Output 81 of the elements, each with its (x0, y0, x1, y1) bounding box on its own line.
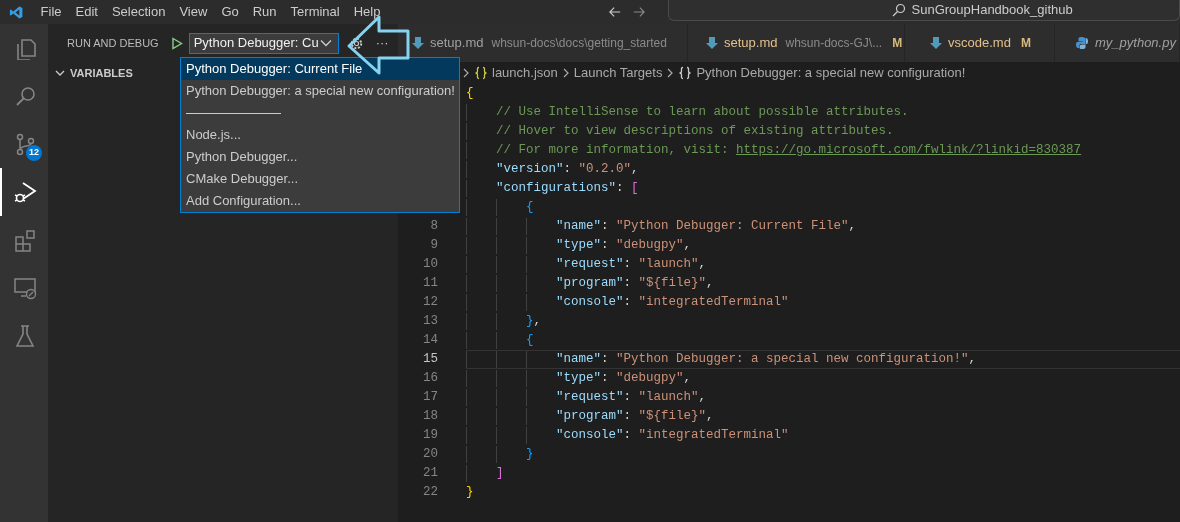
tab-label: my_python.py (1095, 34, 1176, 53)
string-value: "integratedTerminal" (638, 294, 789, 312)
string-value: "Python Debugger: a special new configuration!" (616, 351, 969, 369)
line-number: 11 (422, 275, 438, 292)
line-number: 18 (422, 408, 438, 425)
bracket: ] (496, 465, 504, 483)
code-comment: // For more information, visit: (496, 142, 730, 160)
string-value: "integratedTerminal" (638, 427, 789, 445)
punctuation: , (683, 237, 692, 255)
brace: { (526, 332, 534, 350)
line-number: 17 (422, 389, 438, 406)
punctuation: : (601, 218, 610, 236)
json-key: "type" (556, 369, 601, 388)
punctuation: , (683, 370, 692, 388)
code-comment: // Use IntelliSense to learn about possible attributes. (496, 104, 909, 122)
json-key: "type" (556, 236, 601, 255)
line-number: 8 (429, 218, 438, 235)
line-number: 12 (422, 294, 438, 311)
tab-label: vscode.md (948, 34, 1011, 53)
punctuation: , (631, 161, 639, 179)
json-key: "request" (556, 255, 624, 274)
brace: } (526, 446, 534, 464)
line-number: 9 (429, 237, 438, 254)
modified-indicator: M (1020, 35, 1031, 52)
tab-label: setup.md (430, 34, 484, 53)
punctuation: , (698, 256, 707, 274)
line-number: 22 (422, 484, 438, 501)
punctuation: : (623, 275, 633, 293)
punctuation: : (623, 427, 633, 445)
string-value: "Python Debugger: Current File" (616, 218, 849, 236)
bracket: [ (631, 180, 639, 198)
line-number: 14 (422, 332, 438, 349)
line-number: 16 (422, 370, 438, 387)
line-number: 19 (422, 427, 438, 444)
modified-indicator: M (892, 35, 903, 52)
string-value: "${file}" (638, 275, 707, 293)
punctuation: , (968, 351, 977, 369)
punctuation: : (623, 294, 633, 312)
tab-description: whsun-docs-GJ\... (785, 35, 883, 52)
string-value: "debugpy" (616, 370, 684, 388)
json-key: "configurations" (496, 179, 617, 198)
string-value: "launch" (638, 389, 699, 407)
line-number: 15 (422, 351, 438, 368)
punctuation: , (706, 275, 714, 293)
brace: { (466, 85, 474, 103)
punctuation: , (706, 408, 714, 426)
line-number: 21 (422, 465, 438, 482)
string-value: "0.2.0" (578, 161, 632, 179)
punctuation: : (623, 408, 633, 426)
json-key: "console" (556, 426, 624, 445)
brace: } (526, 313, 534, 331)
tab-label: setup.md (724, 34, 778, 53)
punctuation: , (698, 389, 707, 407)
punctuation: : (623, 256, 633, 274)
line-number: 20 (422, 446, 438, 463)
brace: } (466, 484, 474, 502)
punctuation: : (616, 180, 625, 198)
json-key: "console" (556, 293, 624, 312)
line-number: 10 (422, 256, 438, 273)
json-key: "version" (496, 160, 564, 179)
string-value: "debugpy" (616, 237, 684, 255)
json-key: "request" (556, 388, 624, 407)
sidebar-title: RUN AND DEBUG (67, 35, 159, 51)
json-key: "program" (556, 274, 624, 293)
brace: { (526, 199, 534, 217)
count-badge: 12 (26, 145, 42, 161)
line-number: 13 (422, 313, 438, 330)
punctuation: , (848, 218, 857, 236)
json-key: "program" (556, 407, 624, 426)
string-value: "${file}" (638, 408, 707, 426)
code-comment: // Hover to view descriptions of existing attributes. (496, 123, 894, 141)
punctuation: : (601, 351, 610, 369)
punctuation: : (623, 389, 633, 407)
punctuation: : (601, 370, 610, 388)
punctuation: : (563, 161, 573, 179)
tab-description: whsun-docs\docs\getting_started (491, 35, 667, 52)
string-value: "launch" (638, 256, 699, 274)
punctuation: , (533, 313, 542, 331)
json-key: "name" (556, 217, 601, 236)
json-key: "name" (556, 350, 601, 369)
punctuation: : (601, 237, 610, 255)
